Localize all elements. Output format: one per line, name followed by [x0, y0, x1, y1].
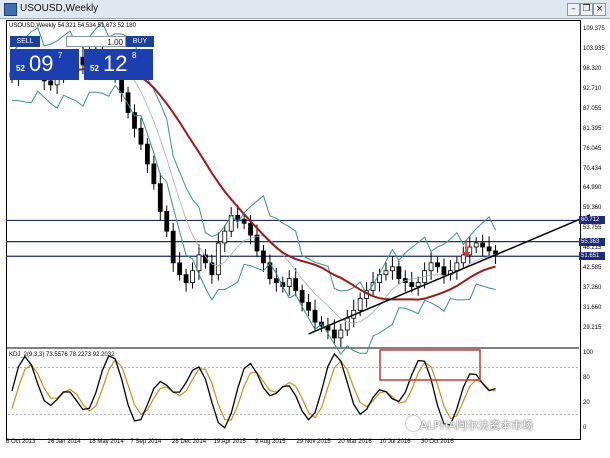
chart-window: USOUSD,Weekly – ❐ × USOUSD,Weekly 54.321…: [0, 0, 610, 458]
sell-price-big: 09: [29, 51, 54, 76]
kdj-header: KDJ_2(9,3,3) 73.5576 78.2273 92.2032: [9, 352, 115, 358]
candle-body-58: [383, 270, 389, 276]
y-tick-label: 98.320: [583, 65, 602, 72]
candle-body-70: [460, 254, 466, 264]
y-tick-label: 59.360: [583, 205, 602, 212]
candle-body-38: [254, 234, 260, 252]
y-tick-label: 109.375: [583, 26, 605, 32]
x-tick-label: 20 Mar 2016: [338, 439, 372, 445]
buy-price-prefix: 52: [90, 64, 99, 73]
candle-body-32: [215, 242, 221, 276]
candle-body-66: [435, 262, 440, 268]
kdj-tick-label: 100: [583, 350, 594, 356]
y-tick-label: 81.395: [583, 125, 602, 132]
y-tick-label: 42.585: [583, 265, 602, 272]
candle-body-27: [183, 274, 189, 283]
candle-body-50: [331, 329, 337, 339]
level-price-badge: 55.363: [579, 237, 605, 246]
kdj-tick-label: 20: [583, 400, 590, 406]
candle-body-72: [473, 242, 479, 248]
buy-button[interactable]: BUY: [126, 36, 154, 47]
candle-body-52: [344, 317, 350, 331]
watermark-text: ALPHA阿尔法资本市场: [420, 419, 534, 432]
candle-body-60: [396, 266, 402, 280]
x-tick-label: 6 Oct 2013: [6, 439, 36, 445]
one-click-trade-panel: SELL 1.00 BUY 52 09 7 52 12 8: [8, 33, 154, 80]
candle-body-47: [312, 309, 318, 323]
level-price-badge: 51.651: [579, 252, 605, 261]
candle-body-19: [132, 112, 137, 129]
buy-price-sup: 8: [132, 51, 137, 60]
moving-average-red: [11, 65, 496, 301]
candle-body-51: [338, 329, 344, 339]
candle-body-74: [486, 246, 492, 252]
candle-body-73: [480, 242, 486, 248]
chart-header: USOUSD,Weekly 54.321 54.534 51.673 52.18…: [9, 23, 136, 29]
x-tick-label: 7 Sep 2014: [130, 439, 162, 445]
candle-body-44: [293, 278, 299, 291]
y-tick-label: 103.935: [583, 45, 605, 52]
candle-body-26: [177, 262, 183, 276]
candle-body-22: [151, 163, 157, 185]
buy-price-big: 12: [103, 51, 128, 76]
y-tick-label: 76.045: [583, 145, 602, 152]
support-trendline: [308, 214, 591, 335]
y-tick-label: 37.260: [583, 285, 602, 292]
candle-body-62: [409, 282, 415, 287]
candle-body-21: [144, 143, 150, 165]
x-tick-label: 19 Apr 2015: [213, 439, 246, 445]
candle-body-33: [222, 230, 228, 244]
candle-body-45: [299, 290, 305, 303]
candle-body-25: [170, 230, 176, 264]
buy-price-box[interactable]: 52 12 8: [84, 49, 153, 80]
bollinger-middle: [11, 60, 496, 324]
x-tick-label: 10 Jul 2016: [379, 439, 411, 445]
kdj-tick-label: 80: [583, 375, 590, 381]
y-tick-label: 31.660: [583, 305, 602, 312]
sell-button[interactable]: SELL: [10, 36, 40, 47]
candle-body-35: [235, 214, 241, 220]
sell-price-prefix: 52: [16, 64, 25, 73]
candle-body-20: [138, 127, 144, 145]
x-tick-label: 28 Dec 2014: [172, 439, 207, 445]
candle-body-54: [357, 297, 363, 311]
candle-body-39: [261, 250, 266, 264]
kdj-tick-label: 0: [583, 425, 587, 431]
y-tick-label: 70.434: [583, 165, 602, 172]
x-tick-label: 29 Nov 2015: [296, 439, 331, 445]
y-tick-label: 53.755: [583, 225, 602, 232]
candle-body-24: [164, 210, 170, 232]
x-tick-label: 30 Oct 2016: [421, 439, 454, 445]
y-tick-label: 92.710: [583, 85, 602, 92]
y-tick-label: 29.215: [583, 325, 602, 331]
x-tick-label: 18 May 2014: [89, 439, 124, 445]
candle-body-41: [273, 278, 279, 283]
candle-body-36: [241, 218, 247, 224]
candle-body-63: [415, 282, 421, 287]
watermark-logo-icon: [406, 416, 421, 431]
sell-price-box[interactable]: 52 09 7: [10, 49, 79, 80]
candle-body-59: [389, 266, 395, 272]
sell-price-sup: 7: [58, 51, 63, 60]
candle-body-69: [454, 262, 460, 272]
candle-body-46: [306, 301, 311, 311]
x-tick-label: 9 Aug 2015: [255, 439, 286, 445]
x-tick-label: 26 Jan 2014: [47, 439, 81, 445]
candle-body-65: [428, 262, 434, 272]
candle-body-37: [248, 222, 253, 236]
candle-body-67: [441, 266, 447, 276]
y-tick-label: 87.055: [583, 105, 602, 112]
lot-size-input[interactable]: 1.00: [66, 36, 126, 47]
y-tick-label: 48.215: [583, 245, 602, 252]
candle-body-29: [196, 254, 202, 272]
y-tick-label: 64.990: [583, 185, 602, 192]
level-price-badge: 60.712: [579, 216, 605, 225]
bollinger-lower: [12, 84, 496, 356]
candle-body-28: [190, 270, 195, 283]
candle-body-23: [157, 183, 163, 212]
candle-body-43: [286, 278, 292, 287]
candle-body-6: [48, 80, 54, 86]
